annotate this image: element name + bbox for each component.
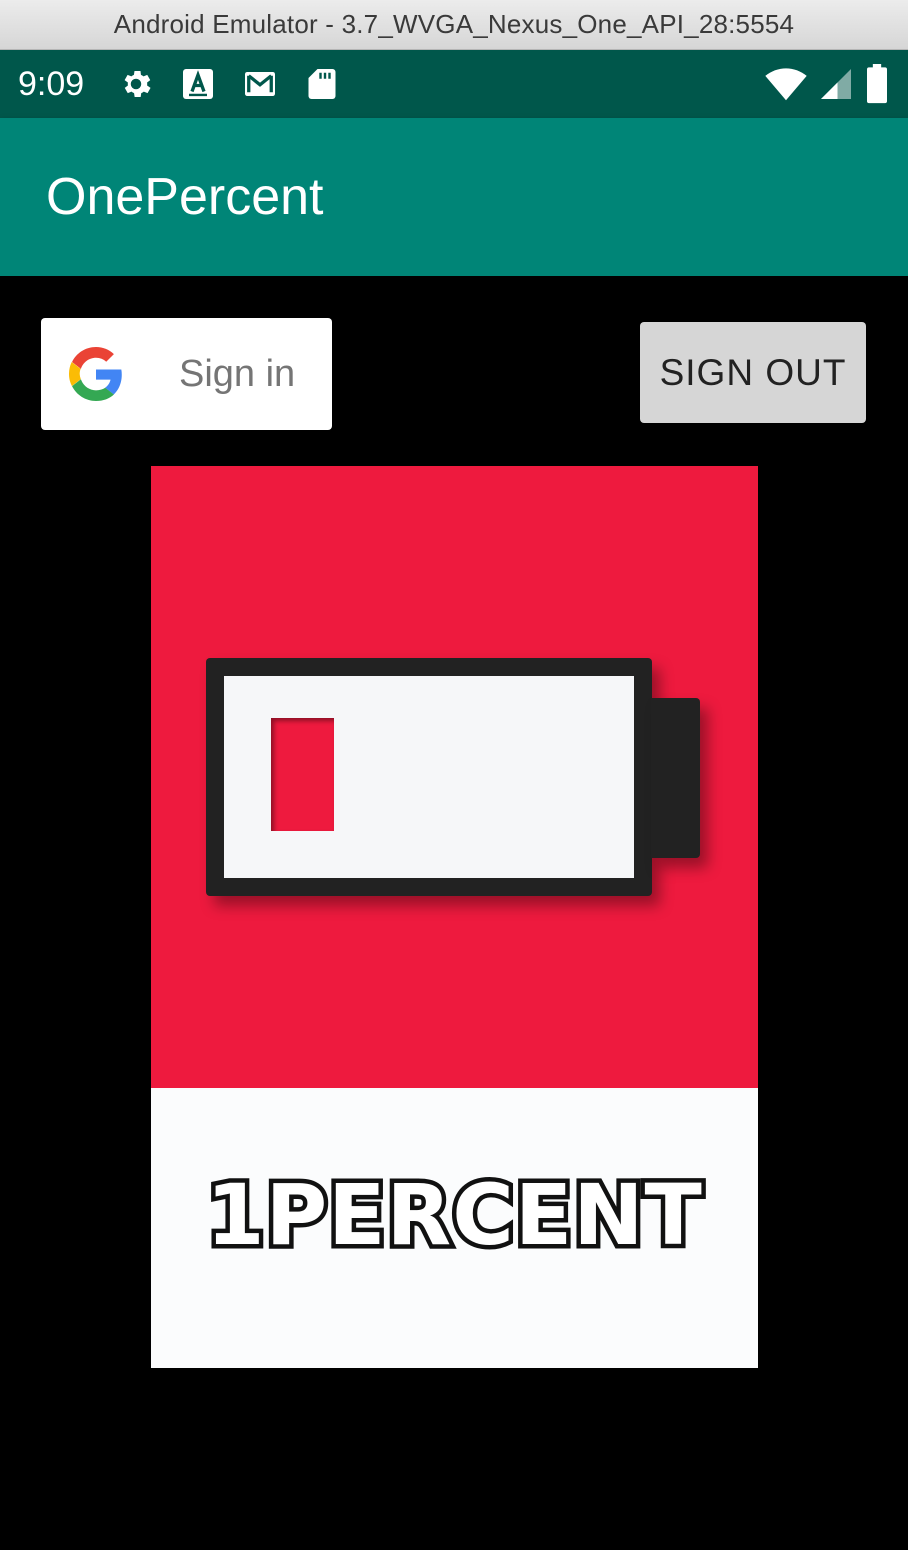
sign-out-button[interactable]: SIGN OUT — [640, 322, 866, 423]
battery-inner — [224, 676, 634, 878]
gmail-icon — [245, 72, 276, 96]
app-bar: OnePercent — [0, 118, 908, 276]
google-sign-in-label: Sign in — [179, 352, 296, 395]
sign-out-label: SIGN OUT — [659, 351, 847, 393]
window-title: Android Emulator - 3.7_WVGA_Nexus_One_AP… — [113, 9, 795, 39]
status-time: 9:09 — [18, 64, 85, 103]
wifi-icon — [765, 68, 807, 101]
onepercent-logo-image: 1PERCENT — [151, 466, 758, 1368]
low-battery-icon — [206, 658, 652, 896]
battery-tip — [651, 698, 700, 858]
status-bar: 9:09 — [0, 50, 908, 118]
sd-card-icon — [308, 69, 336, 99]
accessibility-a-icon — [183, 69, 214, 99]
google-sign-in-button[interactable]: Sign in — [41, 318, 332, 430]
google-g-icon — [69, 347, 122, 401]
signal-icon — [821, 69, 851, 99]
battery-level-bar — [271, 718, 334, 831]
window-titlebar: Android Emulator - 3.7_WVGA_Nexus_One_AP… — [0, 0, 908, 50]
gear-icon — [124, 70, 151, 98]
logo-brand-text: 1PERCENT — [202, 1162, 707, 1269]
app-title: OnePercent — [46, 168, 324, 226]
battery-icon — [867, 64, 887, 104]
